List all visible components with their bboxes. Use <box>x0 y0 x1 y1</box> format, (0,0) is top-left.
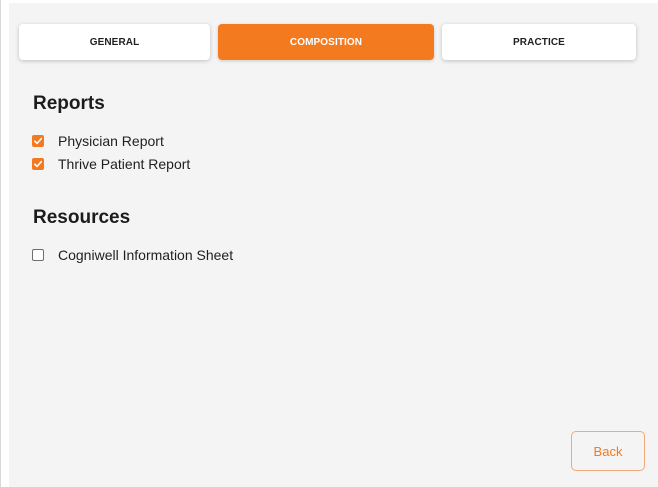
tab-general-label: GENERAL <box>89 36 140 48</box>
tab-general[interactable]: GENERAL <box>19 24 210 60</box>
cogniwell-information-sheet-label: Cogniwell Information Sheet <box>58 247 234 263</box>
physician-report-label: Physician Report <box>58 133 164 149</box>
tab-practice[interactable]: PRACTICE <box>442 24 636 60</box>
physician-report-checkbox[interactable] <box>32 135 44 147</box>
cogniwell-information-sheet-checkbox[interactable] <box>32 249 44 261</box>
physician-report-option[interactable]: Physician Report <box>32 132 164 150</box>
back-button[interactable]: Back <box>571 431 645 471</box>
back-button-label: Back <box>593 443 623 459</box>
tab-composition[interactable]: COMPOSITION <box>218 24 434 60</box>
cogniwell-information-sheet-option[interactable]: Cogniwell Information Sheet <box>32 246 233 264</box>
window-left-edge <box>0 0 1 487</box>
thrive-patient-report-checkbox[interactable] <box>32 158 44 170</box>
composition-panel <box>9 3 658 487</box>
tab-practice-label: PRACTICE <box>513 36 565 48</box>
thrive-patient-report-option[interactable]: Thrive Patient Report <box>32 155 190 173</box>
reports-heading: Reports <box>33 93 105 114</box>
tab-bar: GENERAL COMPOSITION PRACTICE <box>19 24 636 62</box>
thrive-patient-report-label: Thrive Patient Report <box>58 156 191 172</box>
tab-composition-label: COMPOSITION <box>289 36 363 48</box>
checkmark-icon <box>34 160 43 168</box>
resources-heading: Resources <box>33 207 131 228</box>
checkmark-icon <box>34 137 43 145</box>
